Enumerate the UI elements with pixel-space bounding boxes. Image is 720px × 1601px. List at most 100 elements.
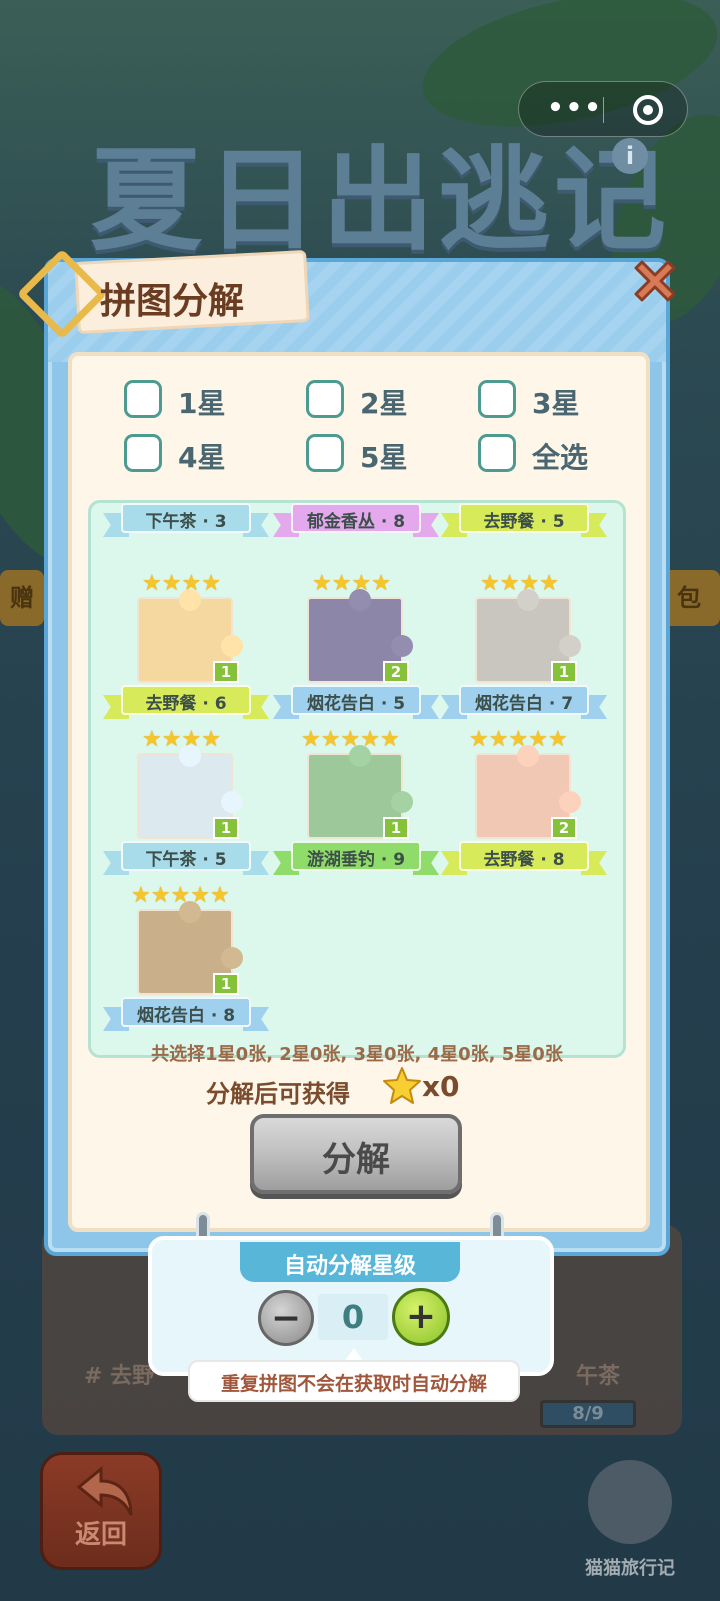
checkbox[interactable] xyxy=(478,434,516,472)
card-count-badge: 1 xyxy=(213,500,239,501)
back-label: 返回 xyxy=(74,1520,127,1550)
star-icon: ★ xyxy=(499,571,520,596)
reward-value: x0 xyxy=(422,1070,460,1103)
card-count-badge: 2 xyxy=(551,817,577,839)
star-icon: ★ xyxy=(312,571,332,596)
star-icon: ★ xyxy=(371,571,391,596)
puzzle-card[interactable]: ★★★★ 2 烟花告白 · 5 xyxy=(273,573,443,733)
auto-star-level-value: 0 xyxy=(341,1298,365,1336)
background-progress: 8/9 xyxy=(540,1400,636,1428)
filter-label: 全选 xyxy=(532,441,589,474)
star-icon: ★ xyxy=(142,727,162,752)
minus-icon: − xyxy=(270,1298,302,1339)
card-ribbon: 烟花告白 · 8 xyxy=(103,993,269,1031)
plus-icon: + xyxy=(405,1296,437,1337)
puzzle-card[interactable]: ★★★★ 1 烟花告白 · 7 xyxy=(441,573,611,733)
background-card-left-text: # 去野 xyxy=(84,1364,155,1389)
puzzle-card[interactable]: ★★★★★ 2 去野餐 · 8 xyxy=(441,729,611,889)
dialog-title: 拼图分解 xyxy=(100,281,245,322)
increase-button[interactable]: + xyxy=(392,1288,450,1346)
decompose-button[interactable]: 分解 xyxy=(250,1114,462,1194)
card-ribbon: 去野餐 · 6 xyxy=(103,681,269,719)
star-icon xyxy=(383,1067,421,1104)
checkbox[interactable] xyxy=(478,380,516,418)
card-count-badge: 1 xyxy=(383,500,409,501)
decrease-button[interactable]: − xyxy=(258,1290,314,1346)
brand-text: 猫猫旅行记 xyxy=(585,1558,675,1579)
star-icon: ★ xyxy=(142,571,162,596)
star-icon: ★ xyxy=(209,883,230,908)
auto-decompose-title: 自动分解星级 xyxy=(283,1254,416,1279)
star-icon: ★ xyxy=(539,571,559,596)
star-icon: ★ xyxy=(547,727,568,752)
more-icon[interactable]: ••• xyxy=(539,82,611,138)
card-name: 下午茶 · 5 xyxy=(145,850,227,870)
star-icon: ★ xyxy=(469,727,489,752)
puzzle-card[interactable]: ★★★★ 1 去野餐 · 6 xyxy=(103,573,273,733)
card-count-badge: 2 xyxy=(551,500,577,501)
card-name: 下午茶 · 3 xyxy=(145,512,227,532)
checkbox[interactable] xyxy=(124,434,162,472)
card-stars: ★★★★★ xyxy=(301,729,400,751)
card-count-badge: 1 xyxy=(213,973,239,995)
brand-logo: 猫猫旅行记 xyxy=(570,1460,690,1580)
checkbox[interactable] xyxy=(306,380,344,418)
star-icon: ★ xyxy=(488,727,509,752)
cat-icon xyxy=(588,1460,672,1544)
card-ribbon: 游湖垂钓 · 9 xyxy=(273,837,439,875)
card-count-badge: 1 xyxy=(383,817,409,839)
filter-label: 1星 xyxy=(178,387,226,420)
card-ribbon: 下午茶 · 3 xyxy=(103,503,269,537)
star-icon: ★ xyxy=(201,571,221,596)
star-icon: ★ xyxy=(320,727,341,752)
puzzle-card[interactable]: ★★★★1郁金香丛 · 8 xyxy=(273,500,443,551)
back-button[interactable]: 返回 xyxy=(40,1452,162,1570)
puzzle-image xyxy=(137,500,233,501)
card-ribbon: 去野餐 · 8 xyxy=(441,837,607,875)
close-button[interactable] xyxy=(626,252,684,310)
card-name: 游湖垂钓 · 9 xyxy=(306,850,406,870)
puzzle-card[interactable]: ★★★★★ 1 烟花告白 · 8 xyxy=(103,885,273,1045)
puzzle-card[interactable]: ★★★1下午茶 · 3 xyxy=(103,500,273,551)
filter-label: 2星 xyxy=(360,387,408,420)
left-side-button[interactable]: 赠 xyxy=(0,570,44,626)
card-name: 去野餐 · 5 xyxy=(483,512,565,532)
card-stars: ★★★★★ xyxy=(131,885,230,907)
puzzle-card[interactable]: ★★★★★ 1 游湖垂钓 · 9 xyxy=(273,729,443,889)
card-stars: ★★★★★ xyxy=(469,729,568,751)
star-icon: ★ xyxy=(161,571,182,596)
star-icon: ★ xyxy=(161,727,182,752)
puzzle-card[interactable]: ★★★★ 1 下午茶 · 5 xyxy=(103,729,273,889)
star-icon: ★ xyxy=(379,727,400,752)
checkbox[interactable] xyxy=(306,434,344,472)
puzzle-card[interactable]: ★★★2去野餐 · 5 xyxy=(441,500,611,551)
card-count-badge: 2 xyxy=(383,661,409,683)
card-ribbon: 烟花告白 · 5 xyxy=(273,681,439,719)
card-name: 去野餐 · 6 xyxy=(145,694,227,714)
filter-label: 4星 xyxy=(178,441,226,474)
checkbox[interactable] xyxy=(124,380,162,418)
mini-program-capsule: ••• xyxy=(518,81,688,137)
capsule-divider xyxy=(603,97,604,123)
puzzle-image xyxy=(307,500,403,501)
close-miniprogram-icon[interactable] xyxy=(633,95,663,125)
background-card-right-text: 午茶 xyxy=(576,1364,621,1389)
tooltip-text: 重复拼图不会在获取时自动分解 xyxy=(220,1373,487,1395)
card-name: 去野餐 · 8 xyxy=(483,850,565,870)
close-icon xyxy=(634,260,676,302)
card-name: 烟花告白 · 5 xyxy=(306,694,406,714)
info-icon[interactable]: i xyxy=(612,138,648,174)
card-ribbon: 郁金香丛 · 8 xyxy=(273,503,439,537)
card-count-badge: 1 xyxy=(213,817,239,839)
star-icon: ★ xyxy=(150,883,171,908)
star-icon: ★ xyxy=(480,571,500,596)
card-name: 烟花告白 · 7 xyxy=(474,694,574,714)
card-ribbon: 下午茶 · 5 xyxy=(103,837,269,875)
puzzle-image xyxy=(475,500,571,501)
reward-label: 分解后可获得 xyxy=(206,1080,350,1108)
card-name: 郁金香丛 · 8 xyxy=(306,512,406,532)
star-icon: ★ xyxy=(131,883,151,908)
card-ribbon: 去野餐 · 5 xyxy=(441,503,607,537)
card-name: 烟花告白 · 8 xyxy=(136,1006,236,1026)
card-ribbon: 烟花告白 · 7 xyxy=(441,681,607,719)
